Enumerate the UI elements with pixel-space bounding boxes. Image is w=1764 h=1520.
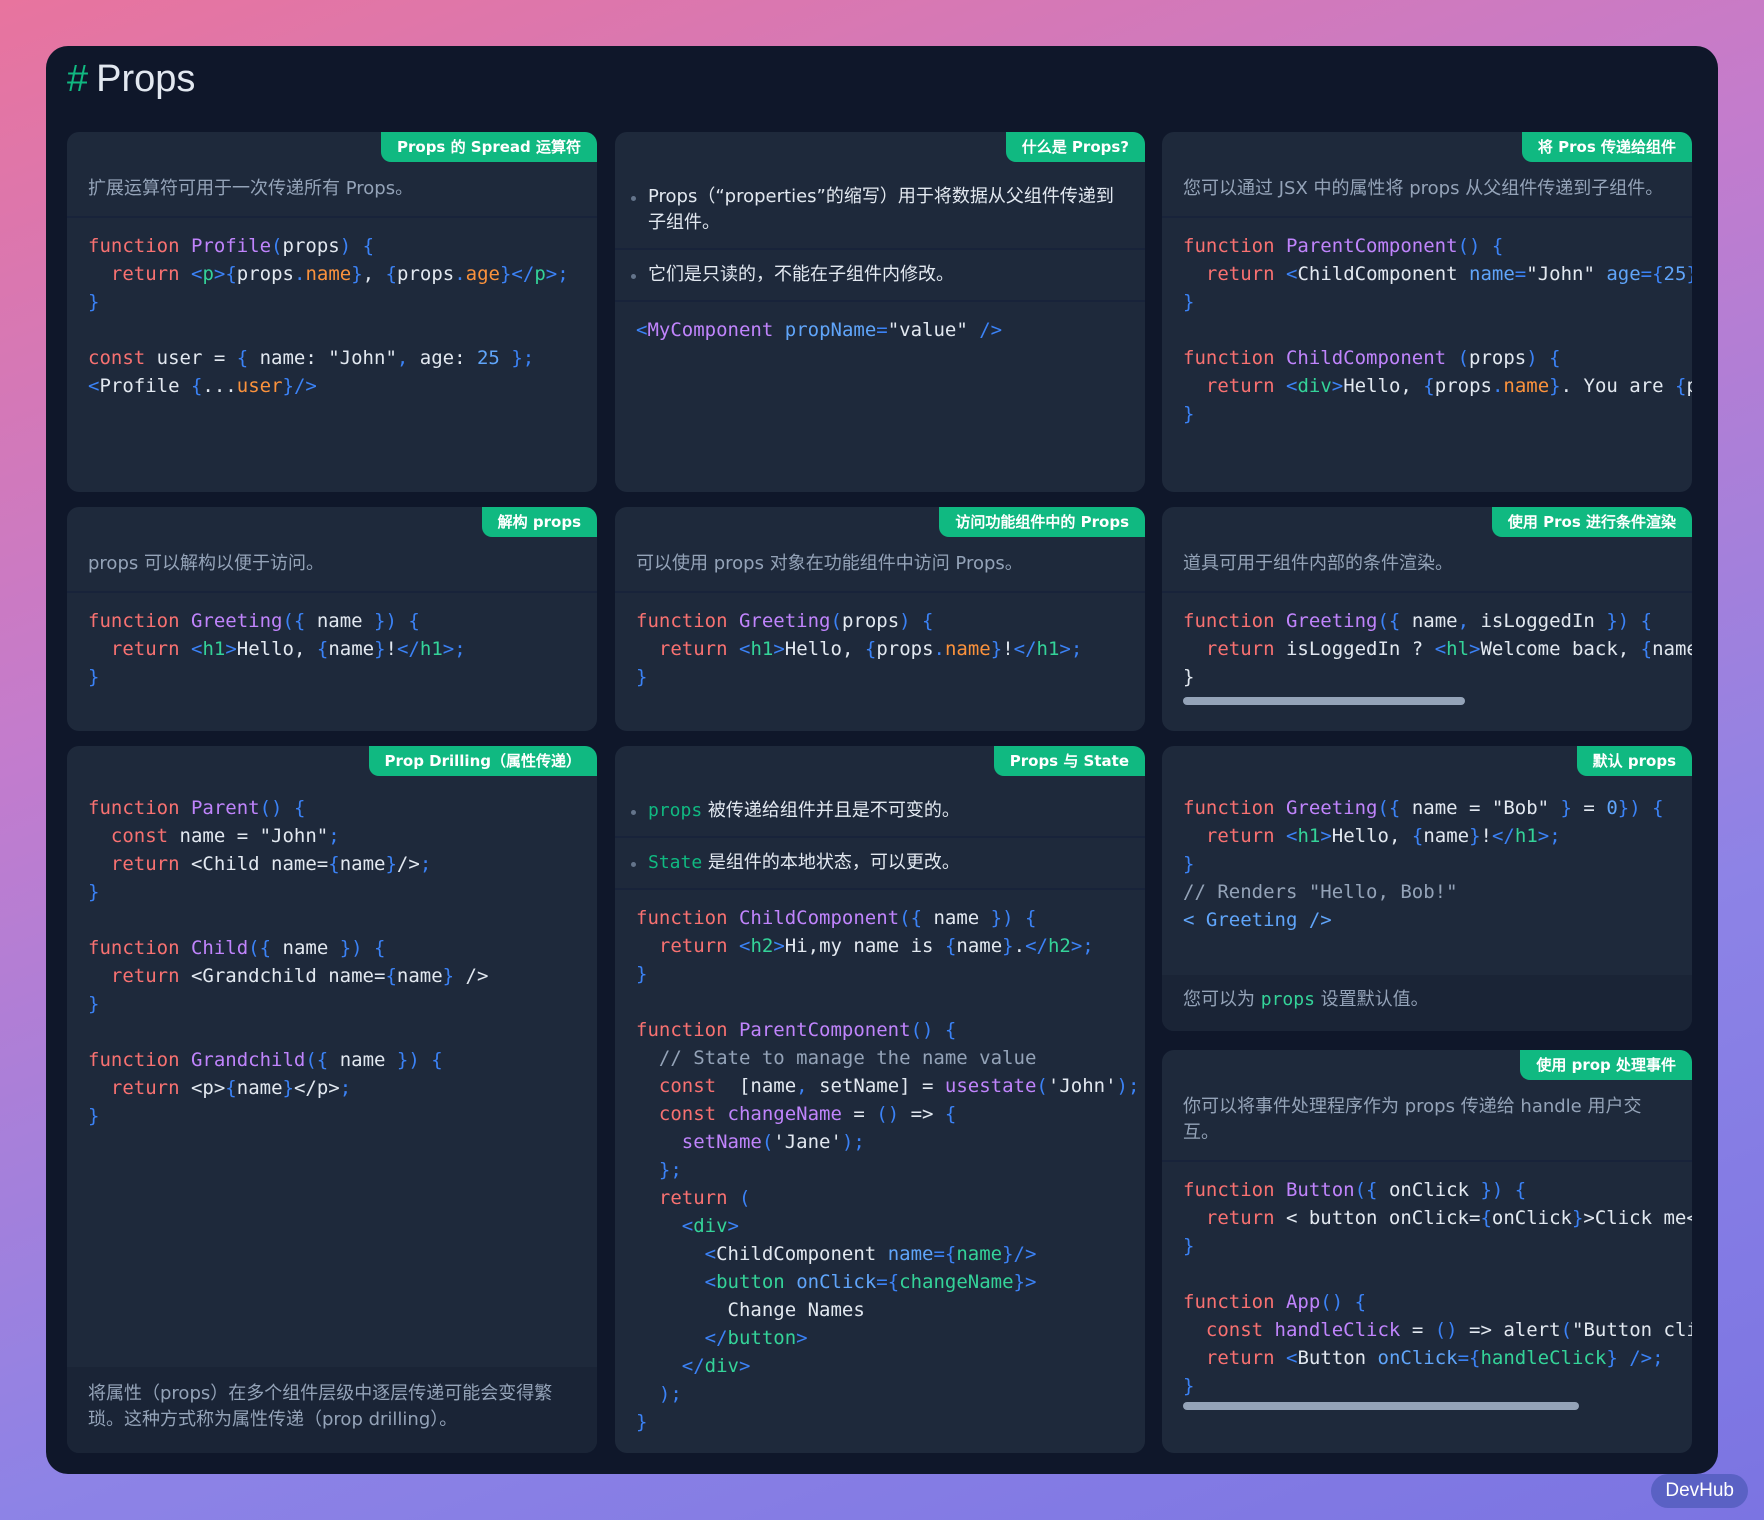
horizontal-scrollbar[interactable] [1183,1402,1579,1410]
card-tag: Props 与 State [993,746,1145,776]
card-props-vs-state: Props 与 State props 被传递给组件并且是不可变的。 State… [615,746,1145,1453]
card-prop-drilling: Prop Drilling（属性传递） function Parent() { … [67,746,597,1453]
card-default-props: 默认 props function Greeting({ name = "Bob… [1162,746,1692,1031]
horizontal-scrollbar[interactable] [1183,697,1465,705]
code-block: function Profile(props) { return <p>{pro… [88,235,569,397]
bullet-text: 被传递给组件并且是不可变的。 [702,800,960,821]
card-footer-description: 您可以为 props 设置默认值。 [1162,975,1692,1031]
code-block: <MyComponent propName="value" /> [636,319,1003,341]
card-tag: Props 的 Spread 运算符 [381,132,597,162]
card-tag: Prop Drilling（属性传递） [368,746,597,776]
card-event-handling: 使用 prop 处理事件 你可以将事件处理程序作为 props 传递给 hand… [1162,1050,1692,1453]
title-text: Props [96,58,196,100]
card-tag: 将 Pros 传递给组件 [1521,132,1692,162]
card-tag: 默认 props [1576,746,1692,776]
devhub-watermark: DevHub [1651,1474,1748,1508]
card-passing-props: 将 Pros 传递给组件 您可以通过 JSX 中的属性将 props 从父组件传… [1162,132,1692,492]
code-block: function Greeting({ name }) { return <h1… [88,610,466,688]
bullet-item: props 被传递给组件并且是不可变的。 [615,786,1145,838]
card-tag: 使用 Pros 进行条件渲染 [1491,507,1692,537]
card-tag: 访问功能组件中的 Props [939,507,1145,537]
card-access-props: 访问功能组件中的 Props 可以使用 props 对象在功能组件中访问 Pro… [615,507,1145,731]
code-block: function Greeting({ name, isLoggedIn }) … [1183,610,1692,688]
card-what-are-props: 什么是 Props? Props（“properties”的缩写）用于将数据从父… [615,132,1145,492]
bullet-item: Props（“properties”的缩写）用于将数据从父组件传递到子组件。 [615,172,1145,250]
bullet-text: 是组件的本地状态，可以更改。 [702,852,960,873]
code-block: function Greeting({ name = "Bob" } = 0})… [1183,797,1664,931]
bullet-item: State 是组件的本地状态，可以更改。 [615,838,1145,890]
bullet-keyword: props [648,800,703,821]
desc-prefix: 您可以为 [1183,989,1261,1010]
card-destructuring: 解构 props props 可以解构以便于访问。 function Greet… [67,507,597,731]
code-block: function Greeting(props) { return <h1>He… [636,610,1083,688]
card-tag: 解构 props [481,507,597,537]
desc-suffix: 设置默认值。 [1314,989,1429,1010]
card-tag: 使用 prop 处理事件 [1520,1050,1692,1080]
code-block: function Parent() { const name = "John";… [88,797,489,1127]
code-block: function ChildComponent({ name }) { retu… [636,907,1140,1433]
title-hash: # [67,58,89,100]
bullet-keyword: State [648,852,703,873]
code-block: function ParentComponent() { return <Chi… [1183,235,1692,425]
card-footer-description: 将属性（props）在多个组件层级中逐层传递可能会变得繁琐。这种方式称为属性传递… [67,1367,597,1453]
card-conditional-rendering: 使用 Pros 进行条件渲染 道具可用于组件内部的条件渲染。 function … [1162,507,1692,731]
code-block: function Button({ onClick }) { return < … [1183,1179,1692,1397]
bullet-item: 它们是只读的，不能在子组件内修改。 [615,250,1145,302]
card-spread-operator: Props 的 Spread 运算符 扩展运算符可用于一次传递所有 Props。… [67,132,597,492]
cheatsheet-window: # Props Props 的 Spread 运算符 扩展运算符可用于一次传递所有… [46,46,1718,1474]
page-title: # Props [67,58,195,101]
desc-keyword: props [1260,989,1315,1010]
card-tag: 什么是 Props? [1005,132,1145,162]
